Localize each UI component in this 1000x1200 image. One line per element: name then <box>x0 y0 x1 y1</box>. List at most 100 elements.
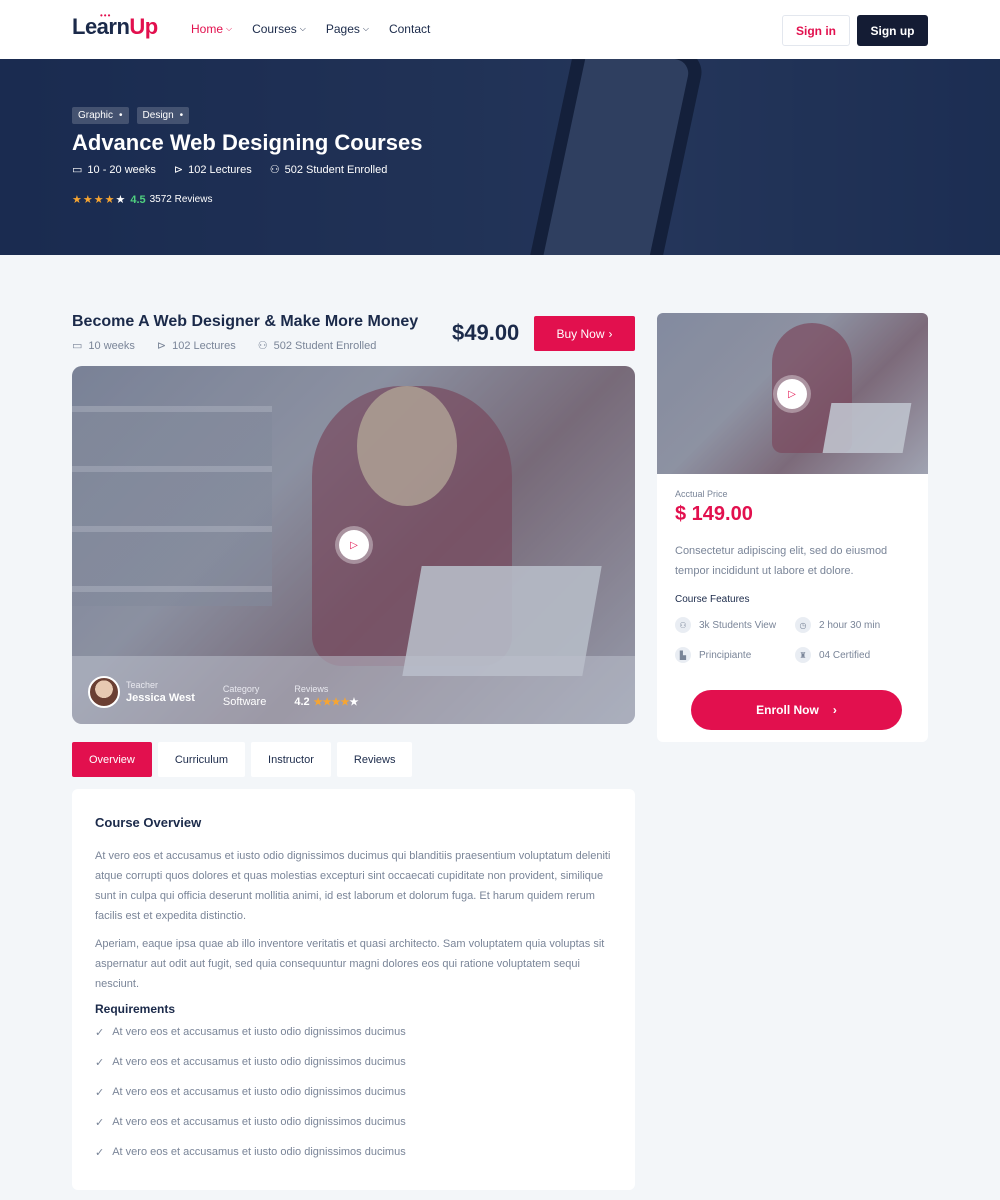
nav-home-label: Home <box>191 22 224 36</box>
signin-button[interactable]: Sign in <box>782 15 850 46</box>
clock-icon: ◷ <box>795 617 811 633</box>
price-value: $ 149.00 <box>675 503 753 525</box>
requirement-text: At vero eos et accusamus et iusto odio d… <box>112 1086 406 1098</box>
course-tabs: Overview Curriculum Instructor Reviews <box>72 742 413 777</box>
course-enrolled: ⚇ 502 Student Enrolled <box>257 339 377 353</box>
tag-label: Design <box>142 110 174 121</box>
category-value: Software <box>222 696 267 708</box>
feature-duration: ◷ 2 hour 30 min <box>795 617 880 633</box>
tab-instructor[interactable]: Instructor <box>251 742 331 777</box>
feature-level: ▙ Principiante <box>675 647 751 663</box>
enroll-now-button[interactable]: Enroll Now › <box>691 690 902 730</box>
star-rating-icon: ★★★★★ <box>72 194 127 206</box>
calendar-icon: ▭ <box>72 164 83 176</box>
nav-courses[interactable]: Courses ⌵ <box>252 22 306 36</box>
hero-overlay <box>0 59 1000 255</box>
nav-pages[interactable]: Pages ⌵ <box>326 22 369 36</box>
chevron-down-icon: ⌵ <box>226 24 233 33</box>
requirements-title: Requirements <box>95 1002 176 1016</box>
feature-label: Principiante <box>699 649 752 661</box>
nav-courses-label: Courses <box>252 22 297 36</box>
nav-contact[interactable]: Contact <box>389 22 430 36</box>
play-icon[interactable]: ▷ <box>339 530 369 560</box>
overview-panel: Course Overview At vero eos et accusamus… <box>72 789 635 1190</box>
hero-meta: ▭ 10 - 20 weeks ⊳ 102 Lectures ⚇ 502 Studen… <box>72 163 388 177</box>
course-lectures-text: 102 Lectures <box>172 339 236 352</box>
overview-paragraph-2: Aperiam, eaque ipsa quae ab illo invento… <box>95 938 605 990</box>
nav-contact-label: Contact <box>388 22 431 36</box>
star-rating-icon: ★★★★★ <box>313 697 359 708</box>
chevron-right-icon: › <box>832 703 837 717</box>
hero-lectures-text: 102 Lectures <box>188 163 252 176</box>
hero-rating: ★★★★★ 4.5 3572 Reviews <box>72 193 213 207</box>
teacher-label: Teacher <box>126 680 159 690</box>
user-icon: ⚇ <box>257 340 268 352</box>
price-label: Acctual Price <box>675 489 728 499</box>
pricing-card-video: ▷ <box>657 313 928 474</box>
enroll-now-label: Enroll Now <box>756 703 819 717</box>
check-icon: ✓ <box>95 1117 105 1129</box>
hero-enrolled-text: 502 Student Enrolled <box>284 163 388 176</box>
page-title: Advance Web Designing Courses <box>72 130 423 155</box>
hero-lectures: ⊳ 102 Lectures <box>173 163 252 177</box>
list-item: ✓ At vero eos et accusamus et iusto odio … <box>95 1146 612 1176</box>
card-description: Consectetur adipiscing elit, sed do eius… <box>675 545 888 577</box>
hero-duration: ▭ 10 - 20 weeks <box>72 163 156 177</box>
signup-button[interactable]: Sign up <box>857 15 928 46</box>
requirement-text: At vero eos et accusamus et iusto odio d… <box>112 1116 406 1128</box>
course-duration: ▭ 10 weeks <box>72 339 135 353</box>
lectures-icon: ⊳ <box>173 164 184 176</box>
requirement-text: At vero eos et accusamus et iusto odio d… <box>112 1146 406 1158</box>
feature-label: 04 Certified <box>819 649 871 661</box>
buy-now-label: Buy Now <box>556 326 605 341</box>
check-icon: ✓ <box>95 1147 105 1159</box>
play-icon[interactable]: ▷ <box>777 379 807 409</box>
reviews-label: Reviews <box>294 684 329 694</box>
reviews-count: 3572 Reviews <box>149 194 213 205</box>
feature-students: ⚇ 3k Students View <box>675 617 776 633</box>
hero-tags: Graphic • Design • <box>72 107 190 124</box>
tag-design[interactable]: Design • <box>136 107 190 124</box>
main-nav: Home ⌵ Courses ⌵ Pages ⌵ Contact <box>191 22 450 36</box>
hero-banner: Graphic • Design • Advance Web Designing C… <box>0 59 1000 255</box>
tag-graphic[interactable]: Graphic • <box>72 107 129 124</box>
logo-text-part1: Learn <box>72 14 130 39</box>
category-info: Category Software <box>223 684 266 708</box>
requirement-text: At vero eos et accusamus et iusto odio d… <box>112 1026 406 1038</box>
teacher-info: Teacher Jessica West <box>88 676 195 708</box>
calendar-icon: ▭ <box>72 340 83 352</box>
course-duration-text: 10 weeks <box>88 339 135 352</box>
tag-label: Graphic <box>78 110 114 121</box>
dot-icon: • <box>119 110 123 121</box>
level-icon: ▙ <box>675 647 691 663</box>
pricing-card: ▷ Acctual Price $ 149.00 Consectetur adi… <box>657 313 928 742</box>
nav-pages-label: Pages <box>325 22 360 36</box>
logo-text-part2: Up <box>129 14 158 39</box>
list-item: ✓ At vero eos et accusamus et iusto odio … <box>95 1116 612 1146</box>
overview-title: Course Overview <box>95 815 202 830</box>
requirement-text: At vero eos et accusamus et iusto odio d… <box>112 1056 406 1068</box>
tab-reviews[interactable]: Reviews <box>336 742 413 777</box>
overview-paragraph-1: At vero eos et accusamus et iusto odio d… <box>95 850 611 922</box>
chevron-down-icon: ⌵ <box>362 24 369 33</box>
chevron-down-icon: ⌵ <box>299 24 306 33</box>
features-title: Course Features <box>675 594 750 605</box>
reviews-info: Reviews 4.2 ★★★★★ <box>294 684 358 708</box>
course-enrolled-text: 502 Student Enrolled <box>273 339 377 352</box>
course-video: ▷ Teacher Jessica West Category Software… <box>72 366 635 724</box>
user-icon: ⚇ <box>269 164 280 176</box>
site-header: ••• LearnUp Home ⌵ Courses ⌵ Pages ⌵ Contac… <box>0 0 1000 59</box>
check-icon: ✓ <box>95 1087 105 1099</box>
hero-enrolled: ⚇ 502 Student Enrolled <box>269 163 388 177</box>
logo[interactable]: LearnUp <box>72 14 158 40</box>
reviews-value: 4.2 <box>294 696 310 708</box>
nav-home[interactable]: Home ⌵ <box>191 22 232 36</box>
tab-overview[interactable]: Overview <box>72 742 152 777</box>
list-item: ✓ At vero eos et accusamus et iusto odio … <box>95 1026 612 1056</box>
buy-now-button[interactable]: Buy Now › <box>534 316 635 351</box>
list-item: ✓ At vero eos et accusamus et iusto odio … <box>95 1056 612 1086</box>
tab-curriculum[interactable]: Curriculum <box>157 742 246 777</box>
rating-value: 4.5 <box>130 193 146 206</box>
teacher-name[interactable]: Jessica West <box>126 692 195 704</box>
avatar[interactable] <box>88 676 120 708</box>
